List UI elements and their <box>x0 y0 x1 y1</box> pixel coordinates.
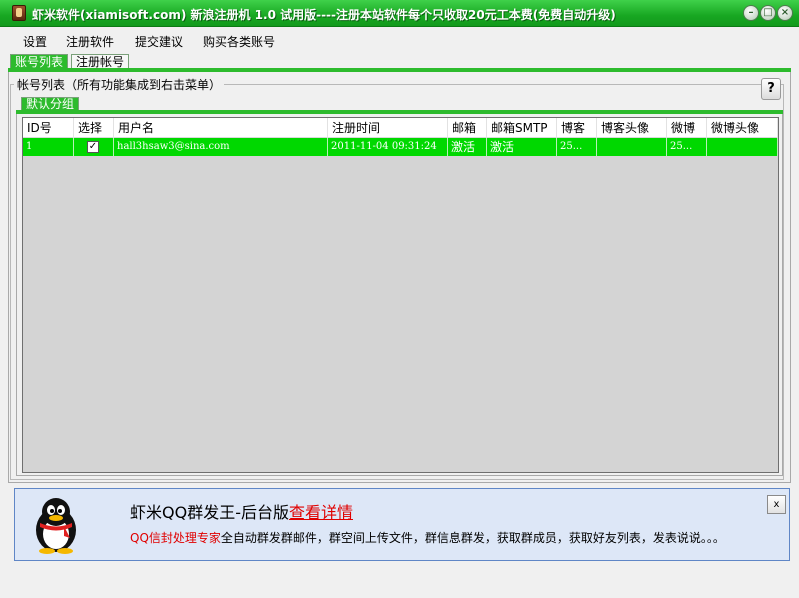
close-button[interactable]: × <box>777 5 793 21</box>
qq-penguin-icon <box>36 498 76 554</box>
maximize-button[interactable]: □ <box>760 5 776 21</box>
ad-title: 虾米QQ群发王-后台版查看详情 <box>130 499 353 523</box>
row-checkbox[interactable]: ✓ <box>87 141 99 153</box>
menu-submit-suggestion[interactable]: 提交建议 <box>135 33 183 50</box>
cell-username: hall3hsaw3@sina.com <box>114 138 328 156</box>
col-smtp[interactable]: 邮箱SMTP <box>487 118 557 138</box>
app-icon <box>12 5 26 21</box>
view-details-link[interactable]: 查看详情 <box>289 503 353 522</box>
account-grid[interactable]: ID号 选择 用户名 注册时间 邮箱 邮箱SMTP 博客 博客头像 微博 微博头… <box>22 117 779 473</box>
cell-reg-time: 2011-11-04 09:31:24 <box>328 138 448 156</box>
col-weibo-avatar[interactable]: 微博头像 <box>707 118 778 138</box>
col-weibo[interactable]: 微博 <box>667 118 707 138</box>
table-row[interactable]: 1 ✓ hall3hsaw3@sina.com 2011-11-04 09:31… <box>23 138 778 156</box>
cell-weibo-avatar <box>707 138 778 156</box>
menu-bar: 设置 注册软件 提交建议 购买各类账号 <box>0 28 799 52</box>
cell-id: 1 <box>23 138 74 156</box>
ad-description: QQ信封处理专家全自动群发群邮件，群空间上传文件，群信息群发，获取群成员，获取好… <box>130 529 725 546</box>
menu-register-software[interactable]: 注册软件 <box>66 33 114 50</box>
col-username[interactable]: 用户名 <box>114 118 328 138</box>
minimize-button[interactable]: – <box>743 5 759 21</box>
ad-desc-highlight: QQ信封处理专家 <box>130 531 221 545</box>
cell-weibo: 25... <box>667 138 707 156</box>
cell-blog: 25... <box>557 138 597 156</box>
ad-close-button[interactable]: x <box>767 495 786 514</box>
col-reg-time[interactable]: 注册时间 <box>328 118 448 138</box>
cell-select: ✓ <box>74 138 114 156</box>
status-bar <box>0 562 799 598</box>
tab-register-account[interactable]: 注册帐号 <box>71 54 130 69</box>
menu-settings[interactable]: 设置 <box>23 33 47 50</box>
cell-mail: 激活 <box>448 138 487 156</box>
col-select[interactable]: 选择 <box>74 118 114 138</box>
cell-blog-avatar <box>597 138 667 156</box>
cell-smtp: 激活 <box>487 138 557 156</box>
col-blog-avatar[interactable]: 博客头像 <box>597 118 667 138</box>
window-title: 虾米软件(xiamisoft.com) 新浪注册机 1.0 试用版----注册本… <box>32 8 616 22</box>
help-button[interactable]: ? <box>761 78 781 100</box>
ad-title-text: 虾米QQ群发王-后台版 <box>130 503 289 522</box>
col-id[interactable]: ID号 <box>23 118 74 138</box>
col-blog[interactable]: 博客 <box>557 118 597 138</box>
tab-account-list[interactable]: 账号列表 <box>10 54 69 69</box>
menu-buy-accounts[interactable]: 购买各类账号 <box>203 33 275 50</box>
ad-desc-text: 全自动群发群邮件，群空间上传文件，群信息群发，获取群成员，获取好友列表，发表说说… <box>220 531 725 545</box>
title-bar: 虾米软件(xiamisoft.com) 新浪注册机 1.0 试用版----注册本… <box>0 0 799 27</box>
grid-header: ID号 选择 用户名 注册时间 邮箱 邮箱SMTP 博客 博客头像 微博 微博头… <box>23 118 778 138</box>
group-title: 帐号列表（所有功能集成到右击菜单） <box>14 76 225 93</box>
col-mail[interactable]: 邮箱 <box>448 118 487 138</box>
tab-default-group[interactable]: 默认分组 <box>21 97 80 111</box>
